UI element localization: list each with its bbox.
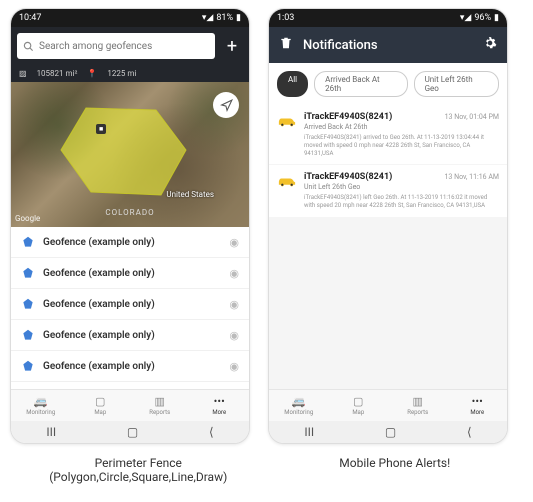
monitoring-icon: 🚐: [34, 395, 48, 408]
notification-detail: iTrackEF4940S(8241) left Geo 26th. At 11…: [304, 194, 499, 210]
polygon-icon: [21, 235, 35, 249]
search-input[interactable]: [39, 41, 209, 52]
status-time: 1:03: [277, 13, 294, 23]
pin-icon: 📍: [87, 69, 97, 78]
nav-monitoring[interactable]: 🚐Monitoring: [269, 390, 329, 421]
search-box[interactable]: [17, 33, 215, 59]
notification-item[interactable]: iTrackEF4940S(8241) 13 Nov, 11:16 AM Uni…: [269, 165, 507, 217]
map-attribution: Google: [15, 214, 40, 223]
visibility-off-icon[interactable]: ◉: [229, 236, 239, 249]
notification-list: iTrackEF4940S(8241) 13 Nov, 01:04 PM Arr…: [269, 105, 507, 389]
map-view[interactable]: ■ United States COLORADO Google: [11, 82, 249, 227]
geofence-item[interactable]: Geofence (example only) ◉: [11, 258, 249, 289]
recent-apps-icon[interactable]: III: [46, 425, 56, 439]
nav-map[interactable]: ▢Map: [71, 390, 131, 421]
notification-time: 13 Nov, 11:16 AM: [444, 173, 499, 181]
polygon-icon: [21, 297, 35, 311]
battery-text: 96%: [474, 13, 491, 23]
more-icon: •••: [472, 395, 483, 408]
geofence-name: Geofence (example only): [43, 268, 221, 279]
polygon-icon: [21, 266, 35, 280]
geofence-item[interactable]: Geofence (example only) ◉: [11, 227, 249, 258]
area-value: 105821 mi²: [37, 69, 78, 78]
state-label: COLORADO: [105, 208, 154, 217]
phone-notifications: 1:03 ▾◢ 96% ▮ Notifications All Arrived …: [268, 8, 508, 444]
map-icon: ▢: [95, 395, 105, 408]
vehicle-icon: [277, 174, 297, 188]
notification-time: 13 Nov, 01:04 PM: [445, 113, 499, 121]
polygon-icon: [21, 328, 35, 342]
visibility-off-icon[interactable]: ◉: [229, 267, 239, 280]
notification-item[interactable]: iTrackEF4940S(8241) 13 Nov, 01:04 PM Arr…: [269, 105, 507, 164]
nav-monitoring[interactable]: 🚐Monitoring: [11, 390, 71, 421]
gear-icon[interactable]: [483, 36, 497, 54]
monitoring-icon: 🚐: [292, 395, 306, 408]
notification-detail: iTrackEF4940S(8241) arrived to Geo 26th.…: [304, 134, 499, 157]
filter-all[interactable]: All: [277, 71, 308, 97]
bottom-nav: 🚐Monitoring ▢Map ▥Reports •••More: [11, 389, 249, 421]
recent-apps-icon[interactable]: III: [304, 425, 314, 439]
stats-bar: ▨ 105821 mi² 📍 1225 mi: [11, 65, 249, 82]
reports-icon: ▥: [413, 395, 423, 408]
visibility-off-icon[interactable]: ◉: [229, 360, 239, 373]
caption-right: Mobile Phone Alerts!: [275, 456, 515, 484]
system-nav: III ▢ ⟨: [11, 421, 249, 443]
home-icon[interactable]: ▢: [385, 425, 396, 439]
back-icon[interactable]: ⟨: [209, 425, 214, 439]
geofence-item[interactable]: Geofence (example only) ◉: [11, 320, 249, 351]
search-icon: [23, 37, 34, 56]
perimeter-value: 1225 mi: [107, 69, 136, 78]
geofence-item[interactable]: Geofence (example only) ◉: [11, 289, 249, 320]
status-bar: 10:47 ▾◢ 81% ▮: [11, 9, 249, 27]
event-type: Unit Left 26th Geo: [304, 183, 499, 191]
area-icon: ▨: [19, 69, 27, 78]
filter-arrived[interactable]: Arrived Back At 26th: [314, 71, 407, 97]
system-nav: III ▢ ⟨: [269, 421, 507, 443]
device-name: iTrackEF4940S(8241): [304, 112, 392, 122]
polygon-icon: [21, 359, 35, 373]
geofence-name: Geofence (example only): [43, 299, 221, 310]
add-button[interactable]: +: [221, 36, 243, 57]
reports-icon: ▥: [155, 395, 165, 408]
geofence-name: Geofence (example only): [43, 361, 221, 372]
filter-chips: All Arrived Back At 26th Unit Left 26th …: [269, 63, 507, 105]
caption-left: Perimeter Fence (Polygon,Circle,Square,L…: [18, 456, 258, 484]
geofence-item[interactable]: Geofence (example only) ◉: [11, 351, 249, 382]
device-name: iTrackEF4940S(8241): [304, 172, 392, 182]
nav-reports[interactable]: ▥Reports: [388, 390, 448, 421]
phone-geofence: 10:47 ▾◢ 81% ▮ + ▨ 105821 mi² 📍 1225 mi …: [10, 8, 250, 444]
battery-text: 81%: [216, 13, 233, 23]
visibility-off-icon[interactable]: ◉: [229, 329, 239, 342]
back-icon[interactable]: ⟨: [467, 425, 472, 439]
map-marker[interactable]: ■: [96, 124, 106, 134]
home-icon[interactable]: ▢: [127, 425, 138, 439]
geofence-list: Geofence (example only) ◉ Geofence (exam…: [11, 227, 249, 389]
battery-icon: ▮: [236, 13, 241, 23]
vehicle-icon: [277, 114, 297, 128]
geofence-name: Geofence (example only): [43, 330, 221, 341]
wifi-icon: ▾◢: [202, 13, 213, 23]
visibility-off-icon[interactable]: ◉: [229, 298, 239, 311]
search-header: +: [11, 27, 249, 65]
status-bar: 1:03 ▾◢ 96% ▮: [269, 9, 507, 27]
battery-icon: ▮: [494, 13, 499, 23]
nav-reports[interactable]: ▥Reports: [130, 390, 190, 421]
wifi-icon: ▾◢: [460, 13, 471, 23]
page-title: Notifications: [303, 38, 473, 53]
notifications-header: Notifications: [269, 27, 507, 63]
compass-button[interactable]: [213, 92, 239, 118]
status-time: 10:47: [19, 13, 41, 23]
filter-left[interactable]: Unit Left 26th Geo: [414, 71, 499, 97]
more-icon: •••: [214, 395, 225, 408]
bottom-nav: 🚐Monitoring ▢Map ▥Reports •••More: [269, 389, 507, 421]
event-type: Arrived Back At 26th: [304, 123, 499, 131]
trash-icon[interactable]: [279, 36, 293, 54]
geofence-name: Geofence (example only): [43, 237, 221, 248]
region-label: United States: [166, 190, 214, 199]
nav-more[interactable]: •••More: [448, 390, 508, 421]
nav-more[interactable]: •••More: [190, 390, 250, 421]
nav-map[interactable]: ▢Map: [329, 390, 389, 421]
map-icon: ▢: [353, 395, 363, 408]
